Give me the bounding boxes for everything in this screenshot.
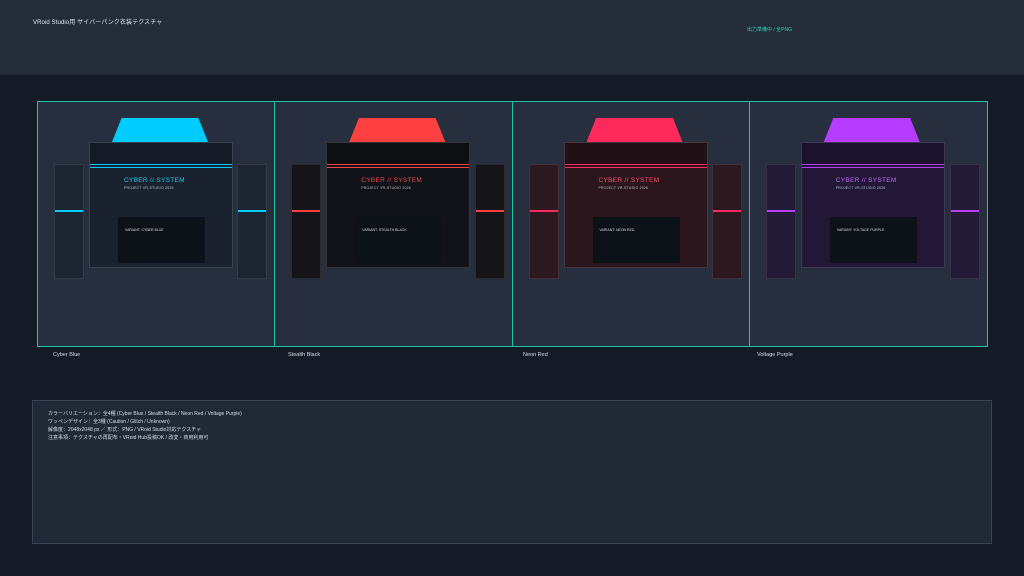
texture-preview-canvas: CYBER // SYSTEM PROJECT VR-STUDIO 2026 V… (37, 101, 988, 347)
left-sleeve (765, 164, 796, 279)
variant-label: VARIANT: CYBER BLUE (125, 228, 164, 232)
collar-stripe (327, 167, 470, 168)
shirt-title: CYBER // SYSTEM (124, 177, 185, 184)
collar-stripe (90, 164, 232, 165)
sleeve-stripe (55, 210, 83, 212)
sleeve-stripe (951, 210, 979, 212)
variant-name-cyber-blue: Cyber Blue (53, 352, 81, 358)
collar (564, 143, 707, 164)
sleeve-stripe (766, 210, 795, 212)
shirt-subtitle: PROJECT VR-STUDIO 2026 (124, 186, 174, 190)
right-sleeve (711, 164, 742, 279)
variant-panel-neon-red[interactable]: CYBER // SYSTEM PROJECT VR-STUDIO 2026 V… (512, 102, 750, 346)
hood-shape (823, 118, 920, 142)
collar-stripe (801, 167, 944, 168)
variant-badge: VARIANT: STEALTH BLACK (355, 217, 443, 263)
top-header: VRoid Studio用 サイバーパンク衣装テクスチャ 出力準備中 / 全PN… (0, 0, 1024, 75)
left-sleeve (528, 164, 559, 279)
collar (90, 143, 232, 164)
collar-stripe (90, 167, 232, 168)
variant-name-stealth-black: Stealth Black (288, 352, 321, 358)
variant-panel-cyber-blue[interactable]: CYBER // SYSTEM PROJECT VR-STUDIO 2026 V… (38, 102, 276, 346)
shirt-title: CYBER // SYSTEM (598, 177, 660, 184)
right-sleeve (474, 164, 505, 279)
left-sleeve (291, 164, 322, 279)
shirt-title: CYBER // SYSTEM (835, 177, 897, 184)
variant-panel-voltage-purple[interactable]: CYBER // SYSTEM PROJECT VR-STUDIO 2026 V… (749, 102, 987, 346)
sleeve-stripe (712, 210, 741, 212)
info-resolution: 解像度：2048x2048 px ／ 形式：PNG / VRoid Studio… (48, 427, 202, 433)
collar-stripe (564, 164, 707, 165)
info-terms: 注意事項：テクスチャの再配布・VRoid Hub投稿OK / 改変・商用利用可 (48, 435, 209, 441)
variant-name-neon-red: Neon Red (523, 352, 548, 358)
shirt-body: CYBER // SYSTEM PROJECT VR-STUDIO 2026 V… (800, 142, 945, 268)
variant-badge: VARIANT: NEON RED (592, 217, 680, 263)
collar-stripe (801, 164, 944, 165)
collar-stripe (327, 164, 470, 165)
sleeve-stripe (238, 210, 267, 212)
shirt-title: CYBER // SYSTEM (361, 177, 423, 184)
right-sleeve (950, 164, 980, 279)
shirt-subtitle: PROJECT VR-STUDIO 2026 (835, 186, 886, 190)
hood-shape (112, 118, 208, 142)
variant-badge: VARIANT: VOLTAGE PURPLE (829, 217, 917, 263)
variant-name-voltage-purple: Voltage Purple (757, 352, 793, 358)
collar (801, 143, 944, 164)
info-color-variations: カラーバリエーション：全4種 (Cyber Blue / Stealth Bla… (48, 411, 242, 417)
sleeve-stripe (475, 210, 504, 212)
left-sleeve (54, 164, 84, 279)
shirt-body: CYBER // SYSTEM PROJECT VR-STUDIO 2026 V… (89, 142, 233, 268)
variant-label: VARIANT: NEON RED (599, 228, 635, 232)
sleeve-stripe (292, 210, 321, 212)
sleeve-stripe (529, 210, 558, 212)
right-sleeve (237, 164, 268, 279)
page-title: VRoid Studio用 サイバーパンク衣装テクスチャ (33, 20, 163, 26)
hood-shape (349, 118, 446, 142)
shirt-subtitle: PROJECT VR-STUDIO 2026 (361, 186, 411, 190)
shirt-subtitle: PROJECT VR-STUDIO 2026 (598, 186, 649, 190)
variant-badge: VARIANT: CYBER BLUE (118, 217, 205, 263)
shirt-body: CYBER // SYSTEM PROJECT VR-STUDIO 2026 V… (563, 142, 708, 268)
variant-panel-stealth-black[interactable]: CYBER // SYSTEM PROJECT VR-STUDIO 2026 V… (275, 102, 513, 346)
info-panel: カラーバリエーション：全4種 (Cyber Blue / Stealth Bla… (32, 400, 992, 544)
info-patch-designs: ワッペンデザイン：全3種 (Caution / Glitch / Unknown… (48, 419, 170, 425)
variant-label: VARIANT: STEALTH BLACK (362, 228, 407, 232)
variant-label: VARIANT: VOLTAGE PURPLE (836, 228, 885, 232)
collar-stripe (564, 167, 707, 168)
shirt-body: CYBER // SYSTEM PROJECT VR-STUDIO 2026 V… (326, 142, 471, 268)
hood-shape (586, 118, 683, 142)
status-text: 出力準備中 / 全PNG (747, 27, 793, 33)
collar (327, 143, 470, 164)
